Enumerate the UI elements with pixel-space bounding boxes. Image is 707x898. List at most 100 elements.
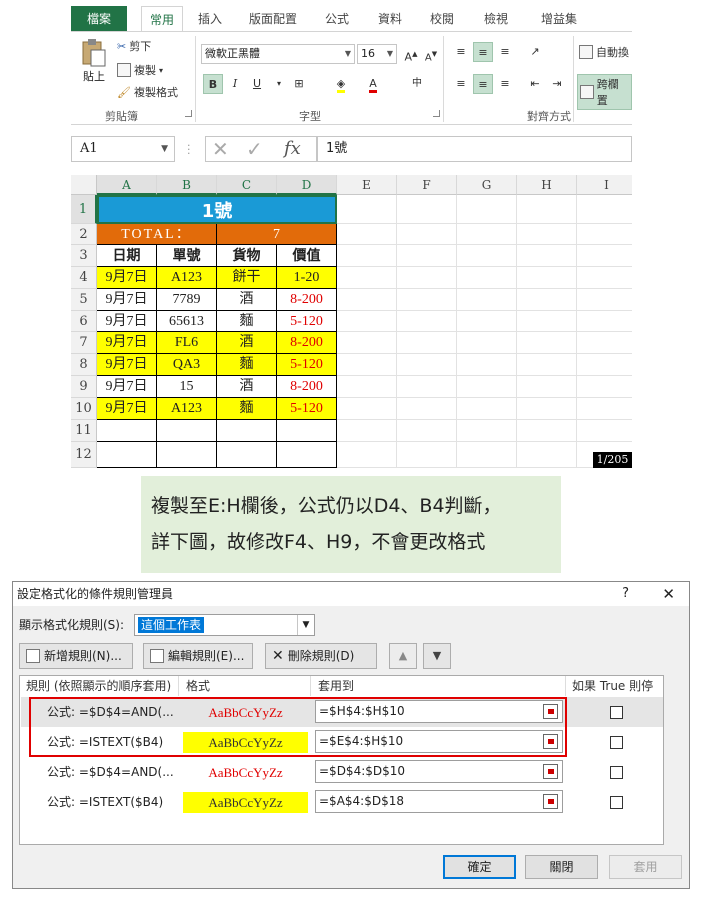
header-cell-order[interactable]: 單號 <box>157 245 217 267</box>
close-icon[interactable]: ✕ <box>662 582 675 606</box>
move-down-button[interactable]: ▼ <box>423 643 451 669</box>
data-cell[interactable]: 9月7日 <box>97 332 157 354</box>
data-cell[interactable]: 1-20 <box>277 267 337 289</box>
tab-page-layout[interactable]: 版面配置 <box>241 6 305 32</box>
close-button[interactable]: 關閉 <box>525 855 598 879</box>
edit-rule-button[interactable]: 編輯規則(E)... <box>143 643 253 669</box>
data-cell[interactable]: 9月7日 <box>97 267 157 289</box>
header-cell-goods[interactable]: 貨物 <box>217 245 277 267</box>
enter-icon[interactable]: ✓ <box>246 137 263 161</box>
data-cell[interactable]: 酒 <box>217 289 277 311</box>
tab-insert[interactable]: 插入 <box>189 6 231 32</box>
align-left-icon[interactable]: ≡ <box>451 74 471 94</box>
decrease-indent-icon[interactable]: ⇤ <box>525 74 545 94</box>
fill-color-icon[interactable]: ◈ <box>331 74 351 94</box>
empty-cell[interactable] <box>217 420 277 442</box>
row-header[interactable]: 8 <box>71 354 97 376</box>
align-top-icon[interactable]: ≡ <box>451 42 471 62</box>
header-cell-value[interactable]: 價值 <box>277 245 337 267</box>
increase-indent-icon[interactable]: ⇥ <box>547 74 567 94</box>
data-cell[interactable]: 麵 <box>217 311 277 332</box>
empty-cell[interactable] <box>157 442 217 468</box>
rule-row[interactable]: 公式: =$D$4=AND(... AaBbCcYyZz =$D$4:$D$10 <box>21 757 663 787</box>
row-header[interactable]: 9 <box>71 376 97 398</box>
row-header[interactable]: 11 <box>71 420 97 442</box>
row-header[interactable]: 3 <box>71 245 97 267</box>
empty-cell[interactable] <box>277 442 337 468</box>
underline-dropdown-icon[interactable]: ▾ <box>269 74 289 94</box>
stop-if-true-checkbox[interactable] <box>610 706 623 719</box>
tab-view[interactable]: 檢視 <box>475 6 517 32</box>
data-cell[interactable]: 8-200 <box>277 376 337 398</box>
data-cell[interactable]: 麵 <box>217 398 277 420</box>
increase-font-icon[interactable]: A▲ <box>401 44 421 64</box>
data-cell[interactable]: 9月7日 <box>97 311 157 332</box>
underline-button[interactable]: U <box>247 74 267 94</box>
sheet-title-cell[interactable]: 1號 <box>97 195 337 224</box>
help-button[interactable]: ? <box>622 582 629 606</box>
insert-function-icon[interactable]: fx <box>284 137 301 161</box>
data-cell[interactable]: 酒 <box>217 332 277 354</box>
cancel-icon[interactable]: ✕ <box>212 137 229 161</box>
ok-button[interactable]: 確定 <box>443 855 516 879</box>
data-cell[interactable]: 酒 <box>217 376 277 398</box>
column-header-e[interactable]: E <box>337 175 397 195</box>
column-header-d[interactable]: D <box>277 175 337 195</box>
tab-addins[interactable]: 增益集 <box>531 6 587 32</box>
data-cell[interactable]: 9月7日 <box>97 354 157 376</box>
column-header-a[interactable]: A <box>97 175 157 195</box>
align-center-icon[interactable]: ≡ <box>473 74 493 94</box>
tab-formulas[interactable]: 公式 <box>316 6 358 32</box>
wrap-text-button[interactable]: 自動換 <box>579 44 629 60</box>
font-color-icon[interactable]: A <box>363 74 383 94</box>
applies-to-input[interactable]: =$A$4:$D$18 <box>315 790 563 813</box>
row-header[interactable]: 4 <box>71 267 97 289</box>
column-header-g[interactable]: G <box>457 175 517 195</box>
empty-cell[interactable] <box>157 420 217 442</box>
tab-review[interactable]: 校閱 <box>421 6 463 32</box>
applies-to-input[interactable]: =$D$4:$D$10 <box>315 760 563 783</box>
show-rules-select[interactable]: 這個工作表 ▼ <box>134 614 315 636</box>
paste-button[interactable]: 貼上 <box>77 38 111 98</box>
row-header[interactable]: 2 <box>71 224 97 245</box>
stop-if-true-checkbox[interactable] <box>610 736 623 749</box>
data-cell[interactable]: 5-120 <box>277 311 337 332</box>
total-value-cell[interactable]: 7 <box>217 224 337 245</box>
merge-center-button[interactable]: 跨欄置 <box>577 74 632 110</box>
row-header[interactable]: 12 <box>71 442 97 468</box>
column-header-h[interactable]: H <box>517 175 577 195</box>
font-size-select[interactable]: 16 ▼ <box>357 44 397 64</box>
data-cell[interactable]: A123 <box>157 267 217 289</box>
cut-button[interactable]: ✂ 剪下 <box>117 38 151 54</box>
decrease-font-icon[interactable]: A▼ <box>421 44 441 64</box>
move-up-button[interactable]: ▲ <box>389 643 417 669</box>
empty-cell[interactable] <box>277 420 337 442</box>
data-cell[interactable]: 9月7日 <box>97 376 157 398</box>
data-cell[interactable]: QA3 <box>157 354 217 376</box>
font-launcher-icon[interactable] <box>433 110 440 117</box>
align-middle-icon[interactable]: ≡ <box>473 42 493 62</box>
rule-row[interactable]: 公式: =ISTEXT($B4) AaBbCcYyZz =$A$4:$D$18 <box>21 787 663 817</box>
range-select-icon[interactable] <box>543 794 558 809</box>
data-cell[interactable]: 65613 <box>157 311 217 332</box>
data-cell[interactable]: 8-200 <box>277 289 337 311</box>
clipboard-launcher-icon[interactable] <box>185 110 192 117</box>
row-header[interactable]: 10 <box>71 398 97 420</box>
data-cell[interactable]: 15 <box>157 376 217 398</box>
phonetic-icon[interactable]: 中 <box>407 74 427 94</box>
row-header[interactable]: 7 <box>71 332 97 354</box>
data-cell[interactable]: FL6 <box>157 332 217 354</box>
column-header-i[interactable]: I <box>577 175 632 195</box>
data-cell[interactable]: 9月7日 <box>97 398 157 420</box>
empty-cell[interactable] <box>217 442 277 468</box>
data-cell[interactable]: 9月7日 <box>97 289 157 311</box>
tab-file[interactable]: 檔案 <box>71 6 127 32</box>
total-label-cell[interactable]: TOTAL： <box>97 224 217 245</box>
column-header-f[interactable]: F <box>397 175 457 195</box>
range-select-icon[interactable] <box>543 764 558 779</box>
column-header-c[interactable]: C <box>217 175 277 195</box>
header-cell-date[interactable]: 日期 <box>97 245 157 267</box>
row-header[interactable]: 6 <box>71 311 97 332</box>
data-cell[interactable]: 麵 <box>217 354 277 376</box>
font-name-select[interactable]: 微軟正黑體 ▼ <box>201 44 355 64</box>
